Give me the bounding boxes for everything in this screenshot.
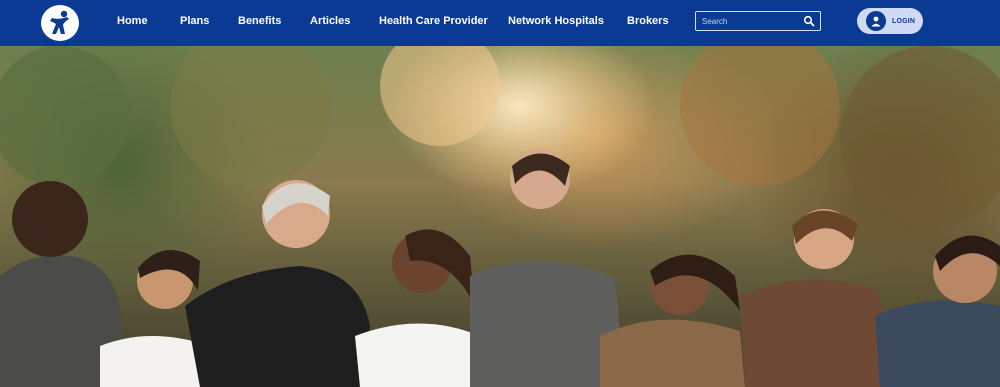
login-label: LOGIN bbox=[892, 17, 916, 25]
nav-link-health-care-provider[interactable]: Health Care Provider bbox=[379, 15, 488, 27]
nav-link-home[interactable]: Home bbox=[117, 15, 148, 27]
nav-link-articles[interactable]: Articles bbox=[310, 15, 350, 27]
search-input[interactable] bbox=[702, 14, 798, 28]
hero-image bbox=[0, 46, 1000, 387]
search-box bbox=[695, 11, 821, 31]
top-navbar: Home Plans Benefits Articles Health Care… bbox=[0, 0, 1000, 46]
nav-link-network-hospitals[interactable]: Network Hospitals bbox=[508, 15, 604, 27]
user-icon bbox=[866, 11, 886, 31]
nav-link-plans[interactable]: Plans bbox=[180, 15, 209, 27]
nav-link-benefits[interactable]: Benefits bbox=[238, 15, 281, 27]
brand-logo-icon[interactable] bbox=[41, 5, 79, 41]
search-icon[interactable] bbox=[803, 15, 815, 27]
login-button[interactable]: LOGIN bbox=[857, 8, 923, 34]
nav-link-brokers[interactable]: Brokers bbox=[627, 15, 669, 27]
group-photo-illustration bbox=[0, 46, 1000, 387]
